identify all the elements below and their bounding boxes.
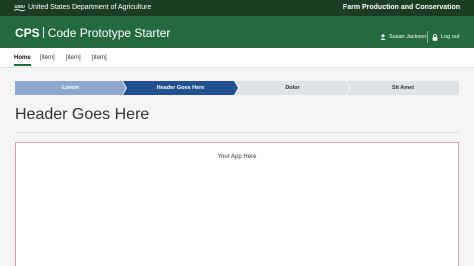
step-sit-amet[interactable]: Sit Amet (347, 81, 459, 95)
step-label: Sit Amet (391, 85, 415, 91)
step-header-goes-here[interactable]: Header Goes Here (123, 81, 238, 95)
app-frame[interactable]: Your App Here (15, 142, 459, 266)
main-nav: Home [item] [item] [item] (0, 48, 474, 68)
user-icon (380, 34, 386, 40)
app-placeholder-text: Your App Here (217, 154, 257, 160)
usda-banner: USDA United States Department of Agricul… (0, 0, 474, 16)
agency-name: Farm Production and Conservation (342, 4, 460, 11)
app-header: CPS Code Prototype Starter Susan Jackson … (0, 16, 474, 48)
lock-icon (432, 33, 438, 41)
svg-text:USDA: USDA (15, 4, 26, 9)
step-label: Header Goes Here (156, 85, 205, 91)
step-label: Lorem (62, 85, 79, 91)
nav-item-home[interactable]: Home (14, 54, 31, 62)
logout-button[interactable]: Log out (432, 33, 459, 41)
app-name: Code Prototype Starter (47, 26, 171, 40)
header-divider (427, 31, 428, 43)
app-title[interactable]: CPS Code Prototype Starter (15, 26, 170, 40)
app-abbreviation: CPS (15, 26, 40, 40)
step-label: Dolor (285, 85, 300, 91)
step-dolor[interactable]: Dolor (235, 81, 350, 95)
nav-item-3[interactable]: [item] (92, 54, 107, 62)
nav-active-indicator (14, 64, 31, 66)
user-info[interactable]: Susan Jackson (380, 33, 426, 41)
title-separator (42, 27, 44, 38)
user-name: Susan Jackson (389, 34, 427, 40)
department-name: United States Department of Agriculture (28, 4, 152, 11)
logout-label: Log out (441, 34, 460, 40)
step-lorem[interactable]: Lorem (15, 81, 126, 95)
page-title: Header Goes Here (15, 106, 150, 123)
nav-item-1[interactable]: [item] (40, 54, 55, 62)
heading-divider (15, 132, 459, 133)
nav-item-2[interactable]: [item] (66, 54, 81, 62)
usda-logo-icon[interactable]: USDA (14, 3, 25, 12)
